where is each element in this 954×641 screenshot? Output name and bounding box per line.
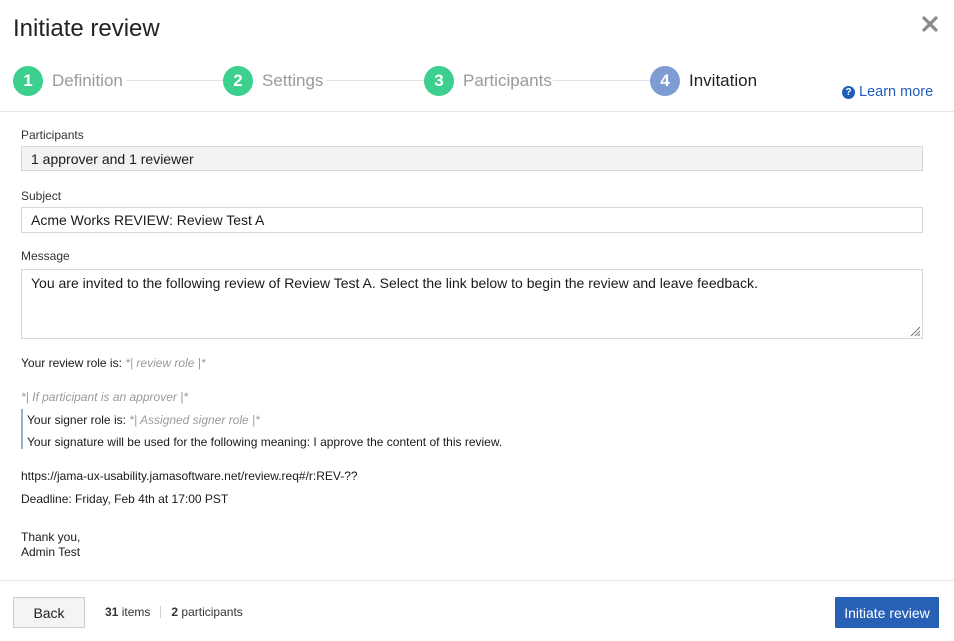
- message-label: Message: [21, 249, 70, 263]
- message-value: You are invited to the following review …: [31, 275, 758, 291]
- wizard-steps: 1 Definition 2 Settings 3 Participants 4…: [13, 65, 773, 97]
- participants-field: 1 approver and 1 reviewer: [21, 146, 923, 171]
- back-button[interactable]: Back: [13, 597, 85, 628]
- subject-input[interactable]: Acme Works REVIEW: Review Test A: [21, 207, 923, 233]
- step-number: 1: [13, 66, 43, 96]
- deadline-text: Deadline: Friday, Feb 4th at 17:00 PST: [21, 492, 229, 506]
- signer-role-prefix: Your signer role is:: [27, 413, 126, 427]
- step-number: 3: [424, 66, 454, 96]
- header-divider: [0, 111, 954, 112]
- participants-value: 1 approver and 1 reviewer: [31, 150, 194, 167]
- review-role-prefix: Your review role is:: [21, 356, 122, 370]
- initiate-review-button[interactable]: Initiate review: [835, 597, 939, 628]
- learn-more-label: Learn more: [859, 84, 934, 100]
- review-role-placeholder: *| review role |*: [125, 356, 206, 370]
- step-participants[interactable]: 3 Participants: [424, 65, 552, 97]
- thanks-text: Thank you,: [21, 530, 81, 544]
- review-link: https://jama-ux-usability.jamasoftware.n…: [21, 469, 358, 483]
- participants-count: 2: [171, 605, 179, 619]
- items-count: 31: [105, 605, 119, 619]
- step-invitation[interactable]: 4 Invitation: [650, 65, 757, 97]
- signature-meaning: Your signature will be used for the foll…: [27, 435, 503, 449]
- step-label: Invitation: [689, 71, 758, 90]
- step-label: Participants: [463, 71, 552, 90]
- subject-label: Subject: [21, 189, 62, 203]
- step-connector: [553, 80, 653, 81]
- learn-more-link[interactable]: ? Learn more: [842, 84, 933, 100]
- signer-role-line: Your signer role is: *| Assigned signer …: [27, 413, 260, 427]
- step-connector: [126, 80, 226, 81]
- message-textarea[interactable]: You are invited to the following review …: [21, 269, 923, 339]
- step-number: 2: [223, 66, 253, 96]
- conditional-block-bar: [21, 409, 23, 449]
- step-label: Settings: [262, 71, 324, 90]
- close-icon[interactable]: [920, 13, 940, 35]
- step-label: Definition: [52, 71, 123, 90]
- stats-separator: [160, 606, 162, 618]
- review-stats: 31 items 2 participants: [105, 605, 243, 619]
- signer-role-placeholder: *| Assigned signer role |*: [129, 413, 260, 427]
- dialog-title: Initiate review: [13, 15, 160, 42]
- subject-value: Acme Works REVIEW: Review Test A: [31, 212, 265, 228]
- resize-handle-icon[interactable]: [909, 325, 921, 337]
- sender-name: Admin Test: [21, 545, 81, 559]
- step-settings[interactable]: 2 Settings: [223, 65, 323, 97]
- step-connector: [326, 80, 426, 81]
- approver-condition: *| If participant is an approver |*: [21, 390, 188, 404]
- footer-divider: [0, 580, 954, 581]
- review-role-line: Your review role is: *| review role |*: [21, 356, 206, 370]
- participants-label: Participants: [21, 128, 84, 142]
- participants-count-label: participants: [181, 605, 243, 619]
- items-label: items: [121, 605, 151, 619]
- step-definition[interactable]: 1 Definition: [13, 65, 123, 97]
- step-number: 4: [650, 66, 680, 96]
- help-icon: ?: [842, 85, 855, 99]
